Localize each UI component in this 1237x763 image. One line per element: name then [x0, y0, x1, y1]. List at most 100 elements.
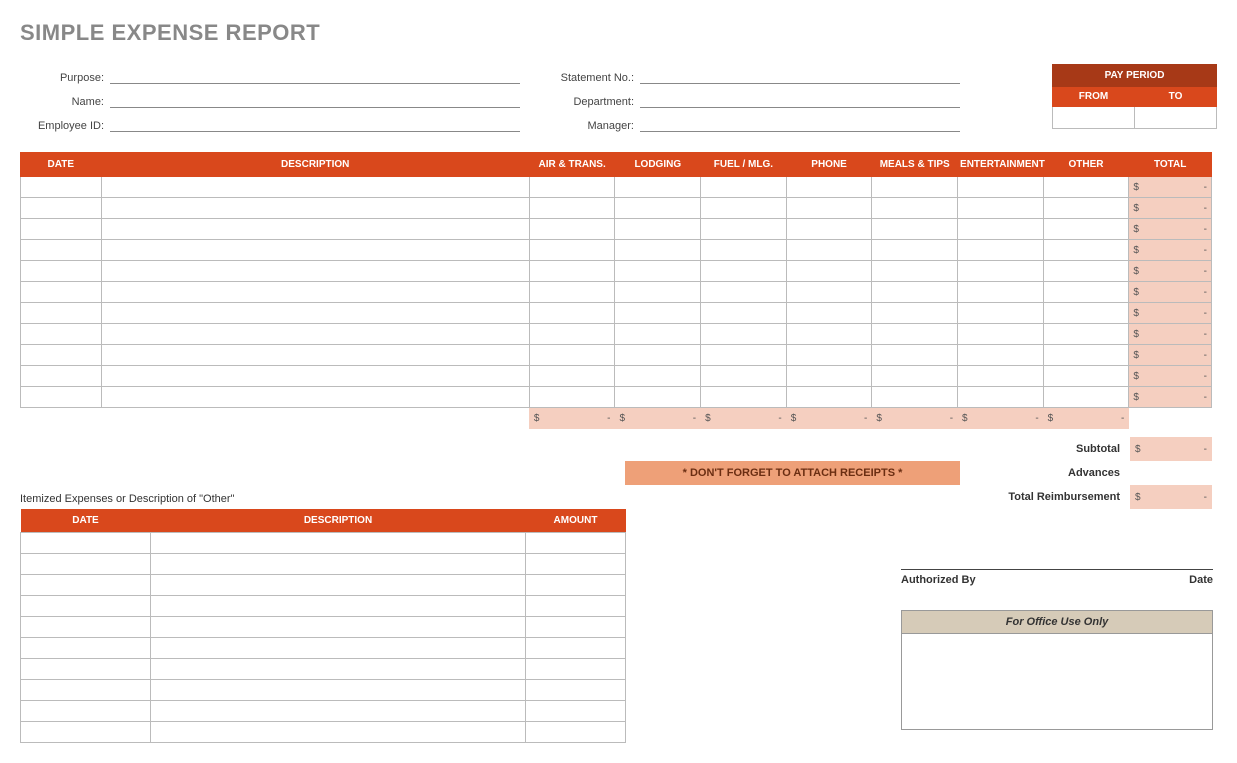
expense-cell[interactable]	[701, 387, 787, 408]
expense-cell[interactable]	[21, 240, 102, 261]
expense-cell[interactable]	[786, 303, 872, 324]
expense-cell[interactable]	[872, 177, 958, 198]
expense-cell[interactable]	[872, 345, 958, 366]
expense-cell[interactable]	[101, 198, 529, 219]
expense-cell[interactable]	[101, 324, 529, 345]
field-department[interactable]: Department:	[540, 88, 960, 108]
expense-cell[interactable]	[958, 261, 1044, 282]
expense-cell[interactable]	[101, 345, 529, 366]
expense-cell[interactable]	[872, 240, 958, 261]
expense-cell[interactable]	[872, 261, 958, 282]
item-cell[interactable]	[21, 638, 151, 659]
item-cell[interactable]	[21, 680, 151, 701]
expense-cell[interactable]	[101, 282, 529, 303]
item-cell[interactable]	[526, 533, 626, 554]
expense-cell[interactable]	[701, 198, 787, 219]
expense-cell[interactable]	[958, 345, 1044, 366]
advances-value[interactable]	[1130, 461, 1212, 485]
item-cell[interactable]	[151, 533, 526, 554]
pay-period-from-cell[interactable]	[1053, 107, 1135, 129]
expense-cell[interactable]	[1043, 177, 1129, 198]
item-cell[interactable]	[526, 596, 626, 617]
expense-cell[interactable]	[101, 303, 529, 324]
expense-cell[interactable]	[786, 177, 872, 198]
expense-cell[interactable]	[786, 240, 872, 261]
item-cell[interactable]	[151, 554, 526, 575]
expense-cell[interactable]	[529, 219, 615, 240]
item-cell[interactable]	[151, 596, 526, 617]
expense-cell[interactable]	[701, 219, 787, 240]
expense-cell[interactable]	[101, 177, 529, 198]
expense-cell[interactable]	[615, 177, 701, 198]
input-name[interactable]	[110, 94, 520, 108]
expense-cell[interactable]	[786, 366, 872, 387]
expense-cell[interactable]	[872, 303, 958, 324]
expense-cell[interactable]	[786, 198, 872, 219]
expense-cell[interactable]	[786, 261, 872, 282]
expense-cell[interactable]	[615, 261, 701, 282]
item-cell[interactable]	[21, 596, 151, 617]
expense-cell[interactable]	[701, 345, 787, 366]
expense-cell[interactable]	[615, 324, 701, 345]
expense-cell[interactable]	[872, 387, 958, 408]
expense-cell[interactable]	[958, 240, 1044, 261]
expense-cell[interactable]	[1043, 219, 1129, 240]
expense-cell[interactable]	[101, 387, 529, 408]
expense-cell[interactable]	[701, 303, 787, 324]
expense-cell[interactable]	[529, 345, 615, 366]
office-use-body[interactable]	[902, 634, 1212, 729]
expense-cell[interactable]	[615, 345, 701, 366]
expense-cell[interactable]	[701, 261, 787, 282]
expense-cell[interactable]	[529, 261, 615, 282]
input-purpose[interactable]	[110, 70, 520, 84]
expense-cell[interactable]	[101, 261, 529, 282]
expense-cell[interactable]	[529, 282, 615, 303]
item-cell[interactable]	[526, 575, 626, 596]
item-cell[interactable]	[151, 659, 526, 680]
expense-cell[interactable]	[872, 324, 958, 345]
expense-cell[interactable]	[529, 324, 615, 345]
item-cell[interactable]	[21, 701, 151, 722]
expense-cell[interactable]	[21, 219, 102, 240]
expense-cell[interactable]	[872, 282, 958, 303]
expense-cell[interactable]	[529, 198, 615, 219]
expense-cell[interactable]	[701, 240, 787, 261]
expense-cell[interactable]	[615, 240, 701, 261]
expense-cell[interactable]	[529, 240, 615, 261]
expense-cell[interactable]	[21, 282, 102, 303]
expense-cell[interactable]	[21, 177, 102, 198]
expense-cell[interactable]	[615, 387, 701, 408]
field-statement-no[interactable]: Statement No.:	[540, 64, 960, 84]
item-cell[interactable]	[21, 722, 151, 743]
expense-cell[interactable]	[21, 387, 102, 408]
expense-cell[interactable]	[21, 303, 102, 324]
input-manager[interactable]	[640, 118, 960, 132]
field-name[interactable]: Name:	[20, 88, 520, 108]
expense-cell[interactable]	[1043, 240, 1129, 261]
expense-cell[interactable]	[786, 219, 872, 240]
expense-cell[interactable]	[701, 324, 787, 345]
field-manager[interactable]: Manager:	[540, 112, 960, 132]
item-cell[interactable]	[21, 659, 151, 680]
field-employee-id[interactable]: Employee ID:	[20, 112, 520, 132]
item-cell[interactable]	[21, 554, 151, 575]
expense-cell[interactable]	[1043, 324, 1129, 345]
item-cell[interactable]	[151, 701, 526, 722]
item-cell[interactable]	[151, 722, 526, 743]
expense-cell[interactable]	[958, 366, 1044, 387]
item-cell[interactable]	[21, 533, 151, 554]
expense-cell[interactable]	[786, 387, 872, 408]
input-statement-no[interactable]	[640, 70, 960, 84]
item-cell[interactable]	[151, 638, 526, 659]
expense-cell[interactable]	[958, 219, 1044, 240]
item-cell[interactable]	[526, 617, 626, 638]
item-cell[interactable]	[151, 617, 526, 638]
expense-cell[interactable]	[701, 366, 787, 387]
expense-cell[interactable]	[101, 219, 529, 240]
expense-cell[interactable]	[1043, 345, 1129, 366]
expense-cell[interactable]	[615, 219, 701, 240]
field-purpose[interactable]: Purpose:	[20, 64, 520, 84]
expense-cell[interactable]	[958, 198, 1044, 219]
expense-cell[interactable]	[1043, 261, 1129, 282]
item-cell[interactable]	[151, 680, 526, 701]
